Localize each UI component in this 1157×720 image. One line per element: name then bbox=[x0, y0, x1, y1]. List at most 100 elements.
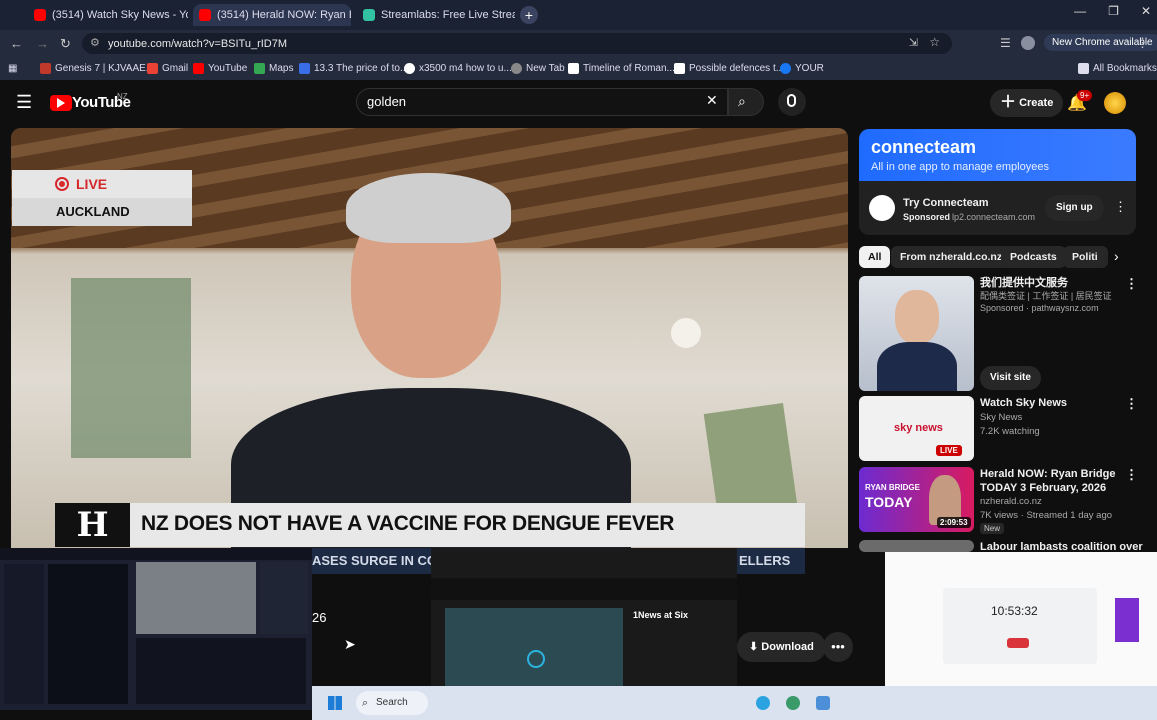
chat-panel bbox=[48, 564, 128, 704]
sidebar-meta: 7.2K watching bbox=[980, 426, 1040, 437]
bookmarks-bar: ▦ Genesis 7 | KJVAAE... Gmail YouTube Ma… bbox=[0, 58, 1157, 80]
reset-button[interactable] bbox=[1007, 638, 1029, 648]
search-icon: ⌕ bbox=[738, 93, 746, 109]
search-button[interactable]: ⌕ bbox=[728, 88, 764, 116]
bookmark-item[interactable]: Timeline of Roman... bbox=[568, 63, 675, 74]
voice-search-button[interactable] bbox=[778, 88, 806, 116]
edge-icon[interactable] bbox=[786, 696, 800, 710]
headline-text: NZ DOES NOT HAVE A VACCINE FOR DENGUE FE… bbox=[141, 512, 675, 535]
tab-title: (3514) Watch Sky News - YouTube bbox=[52, 9, 188, 21]
chip-politics[interactable]: Politi bbox=[1063, 246, 1108, 268]
create-button[interactable]: ＋ Create bbox=[990, 89, 1064, 117]
sidebar-title[interactable]: Watch Sky News bbox=[980, 396, 1067, 410]
presenter-hair bbox=[346, 173, 511, 243]
tab-sky-news[interactable]: (3514) Watch Sky News - YouTube ✕ bbox=[28, 4, 188, 26]
bookmark-item[interactable]: Genesis 7 | KJVAAE... bbox=[40, 63, 154, 74]
live-location-box: LIVE AUCKLAND bbox=[12, 170, 192, 226]
app-icon[interactable] bbox=[816, 696, 830, 710]
labour-thumbnail[interactable] bbox=[859, 540, 974, 552]
bookmark-favicon-icon bbox=[40, 63, 51, 74]
sky-news-thumbnail[interactable]: sky news LIVE bbox=[859, 396, 974, 461]
forward-icon[interactable]: → bbox=[36, 36, 49, 51]
reload-icon[interactable]: ↻ bbox=[60, 36, 71, 52]
youtube-icon bbox=[34, 9, 46, 21]
chip-podcasts[interactable]: Podcasts bbox=[1001, 246, 1066, 268]
headline-banner: NZ DOES NOT HAVE A VACCINE FOR DENGUE FE… bbox=[55, 503, 805, 547]
ticker-strip-right: ELLERS bbox=[737, 548, 805, 574]
news-title: 1News at Six bbox=[633, 610, 689, 620]
loading-spinner-icon bbox=[527, 650, 545, 668]
maximize-icon[interactable]: ❐ bbox=[1108, 4, 1119, 18]
chevron-right-icon[interactable]: › bbox=[1114, 248, 1119, 264]
partial-count: 26 bbox=[312, 610, 327, 625]
bookmark-item[interactable]: YOUR bbox=[780, 63, 824, 74]
minimize-icon[interactable]: — bbox=[1074, 4, 1086, 18]
bookmark-item[interactable]: Maps bbox=[254, 63, 293, 74]
more-actions-button[interactable]: ••• bbox=[823, 632, 853, 662]
account-avatar[interactable] bbox=[1104, 92, 1126, 114]
all-bookmarks[interactable]: All Bookmarks bbox=[1078, 63, 1157, 74]
taskbar-search[interactable]: ⌕ Search bbox=[356, 691, 428, 715]
sidebar-meta: Sponsored · pathwaysnz.com bbox=[980, 303, 1099, 313]
bookmark-star-icon[interactable]: ☆ bbox=[929, 35, 940, 49]
bookmark-item[interactable]: YouTube bbox=[193, 63, 247, 74]
close-window-icon[interactable]: ✕ bbox=[1141, 4, 1151, 18]
sidebar-title[interactable]: 我们提供中文服务 bbox=[980, 276, 1068, 290]
sign-up-button[interactable]: Sign up bbox=[1045, 195, 1104, 221]
below-video-area: 26 ➤ bbox=[312, 574, 431, 686]
bookmark-item[interactable]: 13.3 The price of to... bbox=[299, 63, 408, 74]
kebab-menu-icon[interactable]: ⋮ bbox=[1125, 467, 1138, 483]
menu-list-icon[interactable]: ☰ bbox=[1000, 36, 1011, 50]
side-ad-banner bbox=[1115, 598, 1139, 642]
address-bar[interactable]: ⚙ youtube.com/watch?v=BSITu_rID7M ⇲ ☆ bbox=[82, 33, 952, 54]
kebab-menu-icon[interactable]: ⋮ bbox=[1114, 199, 1127, 215]
live-dot-inner bbox=[59, 181, 65, 187]
sidebar-meta: 7K views · Streamed 1 day ago bbox=[980, 510, 1113, 521]
live-label: LIVE bbox=[76, 176, 108, 192]
bookmark-item[interactable]: x3500 m4 how to u... bbox=[404, 63, 512, 74]
streaming-app-window[interactable] bbox=[0, 548, 312, 710]
tab-streamlabs[interactable]: Streamlabs: Free Live Streaming ✕ bbox=[357, 4, 515, 26]
clock-time: 10:53:32 bbox=[991, 604, 1038, 618]
sidebar-channel: Sky News bbox=[980, 412, 1023, 423]
chip-all[interactable]: All bbox=[859, 246, 891, 268]
new-tab-button[interactable]: + bbox=[520, 6, 538, 24]
ticker-strip: ASES SURGE IN CO bbox=[312, 548, 437, 574]
chip-from-nzherald[interactable]: From nzherald.co.nz bbox=[891, 246, 1012, 268]
profile-avatar-icon[interactable] bbox=[1021, 36, 1035, 50]
bookmark-item[interactable]: Possible defences t... bbox=[674, 63, 784, 74]
mixer-panel bbox=[136, 638, 306, 704]
install-icon[interactable]: ⇲ bbox=[909, 36, 918, 49]
sidebar-title[interactable]: Herald NOW: Ryan Bridge TODAY 3 February… bbox=[980, 467, 1120, 495]
site-info-icon[interactable]: ⚙ bbox=[90, 36, 100, 49]
windows-start-icon[interactable] bbox=[328, 696, 342, 710]
download-icon: ⬇ bbox=[749, 641, 759, 653]
hamburger-menu-icon[interactable]: ☰ bbox=[16, 92, 32, 113]
connecteam-logo-icon bbox=[869, 195, 895, 221]
live-badge: LIVE bbox=[936, 445, 962, 456]
kebab-menu-icon[interactable]: ⋮ bbox=[1125, 396, 1138, 412]
sidebar-channel: nzherald.co.nz bbox=[980, 496, 1042, 507]
herald-now-thumbnail[interactable]: RYAN BRIDGE TODAY 2:09:53 bbox=[859, 467, 974, 532]
kebab-menu-icon[interactable]: ⋮ bbox=[1125, 276, 1138, 292]
back-icon[interactable]: ← bbox=[10, 36, 23, 51]
today-label: TODAY bbox=[865, 494, 913, 510]
region-code: NZ bbox=[117, 92, 128, 101]
ad-tagline: All in one app to manage employees bbox=[871, 161, 1049, 173]
window-titlebar bbox=[0, 548, 312, 560]
clock-card: 10:53:32 bbox=[943, 588, 1097, 664]
telegram-icon[interactable] bbox=[756, 696, 770, 710]
apps-grid-icon[interactable]: ▦ bbox=[8, 63, 17, 74]
bookmark-item[interactable]: New Tab bbox=[511, 63, 565, 74]
location-label: AUCKLAND bbox=[56, 204, 130, 219]
download-button[interactable]: ⬇ Download bbox=[737, 632, 826, 662]
tab-herald-now[interactable]: (3514) Herald NOW: Ryan B 🔊 ✕ bbox=[193, 4, 351, 26]
sponsored-thumbnail[interactable] bbox=[859, 276, 974, 391]
bookmark-item[interactable]: Gmail bbox=[147, 63, 188, 74]
search-input[interactable]: golden bbox=[356, 88, 728, 116]
sidebar-ad[interactable]: connecteam All in one app to manage empl… bbox=[859, 129, 1136, 235]
kebab-menu-icon[interactable]: ⋮ bbox=[1136, 35, 1149, 51]
notification-count-badge: 9+ bbox=[1077, 90, 1093, 101]
clear-search-icon[interactable]: ✕ bbox=[706, 92, 718, 109]
visit-site-button[interactable]: Visit site bbox=[980, 366, 1041, 390]
